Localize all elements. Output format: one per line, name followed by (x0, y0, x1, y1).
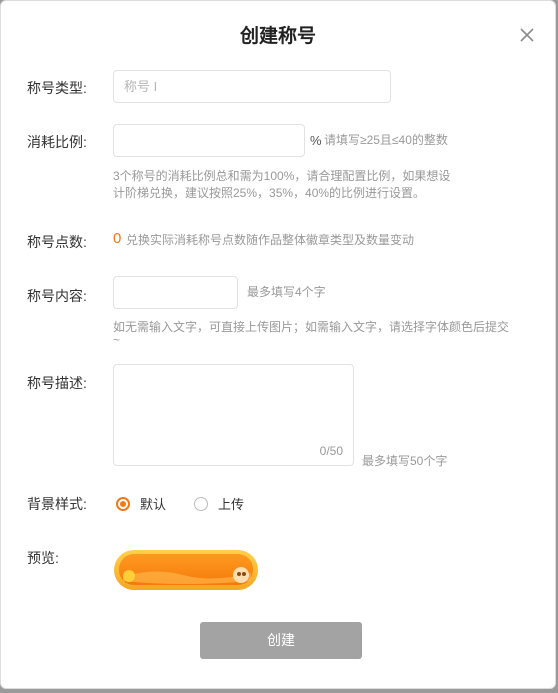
content-label: 称号内容: (27, 288, 87, 304)
ratio-input[interactable] (113, 124, 305, 157)
radio-unchecked-icon (194, 496, 208, 511)
create-button[interactable]: 创建 (200, 622, 362, 659)
close-icon[interactable] (517, 25, 537, 45)
preview-label: 预览: (27, 550, 59, 566)
radio-default[interactable]: 默认 (116, 494, 166, 513)
background-style-label: 背景样式: (27, 496, 87, 512)
radio-upload[interactable]: 上传 (194, 494, 244, 513)
ratio-rule: 请填写≥25且≤40的整数 (324, 133, 448, 147)
create-title-dialog: 创建称号 称号类型: 消耗比例: % 请填写≥25且≤40的整数 3个称号的消耗… (0, 0, 556, 689)
ratio-label: 消耗比例: (27, 134, 87, 150)
radio-default-label: 默认 (140, 497, 167, 512)
content-hint-line2: ~ (113, 333, 121, 347)
ratio-hint-line1: 3个称号的消耗比例总和需为100%，请合理配置比例，如果想设 (113, 169, 451, 183)
content-input[interactable] (113, 276, 238, 309)
description-counter: 0/50 (319, 444, 343, 458)
title-type-input[interactable] (113, 70, 391, 103)
content-hint-line1: 如无需输入文字，可直接上传图片；如需输入文字，请选择字体颜色后提交 (113, 320, 510, 334)
preview-badge-image (113, 549, 259, 591)
radio-checked-icon (116, 496, 130, 511)
dialog-title: 创建称号 (239, 26, 316, 47)
description-label: 称号描述: (27, 375, 87, 391)
title-type-label: 称号类型: (27, 80, 87, 96)
points-description: 兑换实际消耗称号点数随作品整体徽章类型及数量变动 (126, 233, 415, 247)
ratio-hint-line2: 计阶梯兑换，建议按照25%，35%，40%的比例进行设置。 (113, 186, 426, 200)
points-value: 0 (113, 230, 122, 247)
content-limit: 最多填写4个字 (247, 285, 326, 299)
description-textarea[interactable]: 0/50 (113, 364, 354, 466)
description-limit: 最多填写50个字 (362, 454, 448, 468)
radio-upload-label: 上传 (218, 497, 245, 512)
ratio-unit: % (310, 133, 322, 148)
points-label: 称号点数: (27, 234, 87, 250)
